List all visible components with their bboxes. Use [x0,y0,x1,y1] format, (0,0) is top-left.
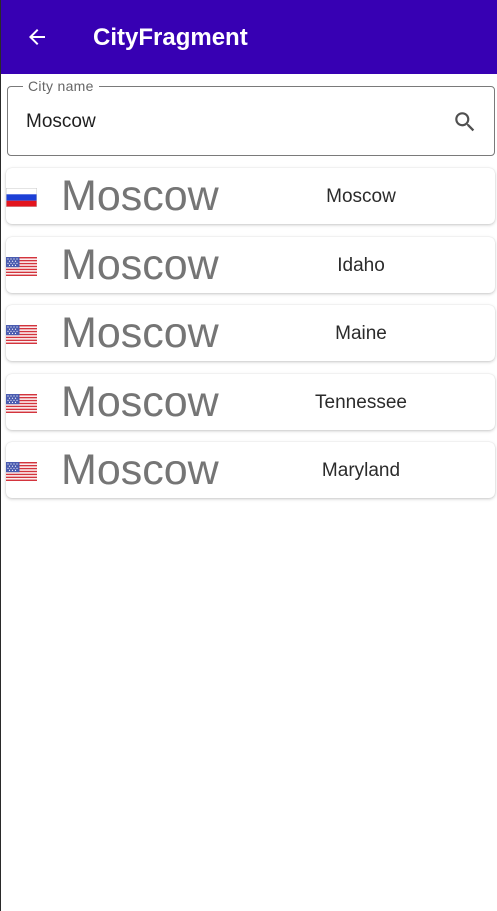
city-card[interactable]: Moscow Maine [6,305,495,361]
search-icon [455,112,475,132]
region-name: Idaho [337,254,385,276]
city-name: Moscow [61,377,219,426]
city-card[interactable]: Moscow Idaho [6,236,495,293]
city-results-list: Moscow Moscow Moscow Idaho Moscow Maine … [6,168,495,511]
city-name: Moscow [61,172,219,220]
usa-flag-icon [6,256,37,276]
city-name: Moscow [61,309,219,357]
city-name: Moscow [61,446,219,494]
city-card[interactable]: Moscow Maryland [6,442,495,498]
usa-flag-icon [6,325,37,344]
search-label: City name [23,77,99,95]
city-search-field[interactable]: City name [7,77,495,156]
city-card[interactable]: Moscow Tennessee [6,373,495,430]
search-button[interactable] [450,107,480,137]
region-name: Maine [335,323,387,344]
region-name: Maryland [321,460,401,481]
russia-flag-icon [6,188,37,207]
region-name: Tennessee [315,391,407,413]
usa-flag-icon [6,462,37,481]
back-button[interactable] [17,17,57,57]
city-name-input[interactable] [26,107,426,137]
app-bar: CityFragment [1,0,497,74]
arrow-back-icon [29,29,45,45]
city-card[interactable]: Moscow Moscow [6,168,495,224]
app-title: CityFragment [93,24,248,51]
city-name: Moscow [61,240,219,289]
region-name: Moscow [326,186,396,207]
usa-flag-icon [6,393,37,413]
